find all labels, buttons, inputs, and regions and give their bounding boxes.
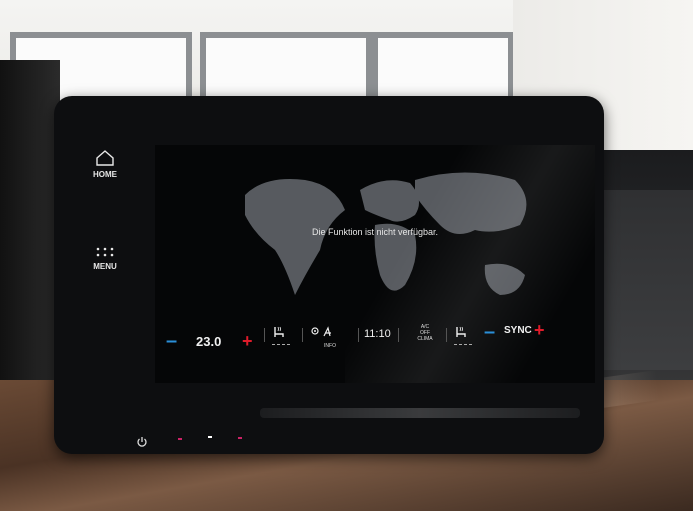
seat-heat-icon	[274, 326, 284, 337]
right-temp-decrease-button[interactable]: –	[484, 322, 495, 342]
home-icon	[96, 150, 114, 166]
seat-heat-icon	[456, 326, 466, 337]
right-seat-heat-button[interactable]	[454, 325, 480, 346]
right-temp-increase-button[interactable]: +	[534, 320, 545, 340]
status-led	[238, 437, 242, 439]
left-seat-heat-button[interactable]	[272, 325, 298, 346]
divider	[264, 328, 265, 342]
info-icon	[311, 326, 331, 337]
menu-grid-icon	[96, 247, 114, 257]
info-button[interactable]: INFO	[310, 324, 350, 349]
power-icon	[137, 437, 147, 447]
menu-label: MENU	[93, 262, 117, 271]
sync-button[interactable]: SYNC	[504, 325, 532, 336]
left-temp-increase-button[interactable]: +	[242, 331, 253, 351]
clock: 11:10	[364, 328, 391, 340]
status-led	[208, 436, 212, 438]
seat-level-indicator	[272, 344, 290, 346]
left-temperature: 23.0	[196, 334, 222, 349]
ac-button[interactable]: A/C OFF CLIMA	[412, 324, 438, 342]
climate-bar: – 23.0 + INFO 11:10 A/C OFF CLIMA – SYNC…	[160, 320, 550, 352]
home-button[interactable]: HOME	[80, 150, 130, 179]
power-button[interactable]	[134, 436, 150, 452]
info-label: INFO	[324, 343, 336, 349]
home-label: HOME	[93, 170, 117, 179]
left-temp-decrease-button[interactable]: –	[166, 331, 177, 351]
clima-label: CLIMA	[417, 336, 433, 342]
unavailable-message: Die Funktion ist nicht verfügbar.	[311, 227, 439, 237]
divider	[446, 328, 447, 342]
divider	[302, 328, 303, 342]
divider	[358, 328, 359, 342]
status-led	[178, 438, 182, 440]
slider-bar[interactable]	[260, 408, 580, 418]
divider	[398, 328, 399, 342]
seat-level-indicator	[454, 344, 472, 346]
menu-button[interactable]: MENU	[80, 246, 130, 271]
